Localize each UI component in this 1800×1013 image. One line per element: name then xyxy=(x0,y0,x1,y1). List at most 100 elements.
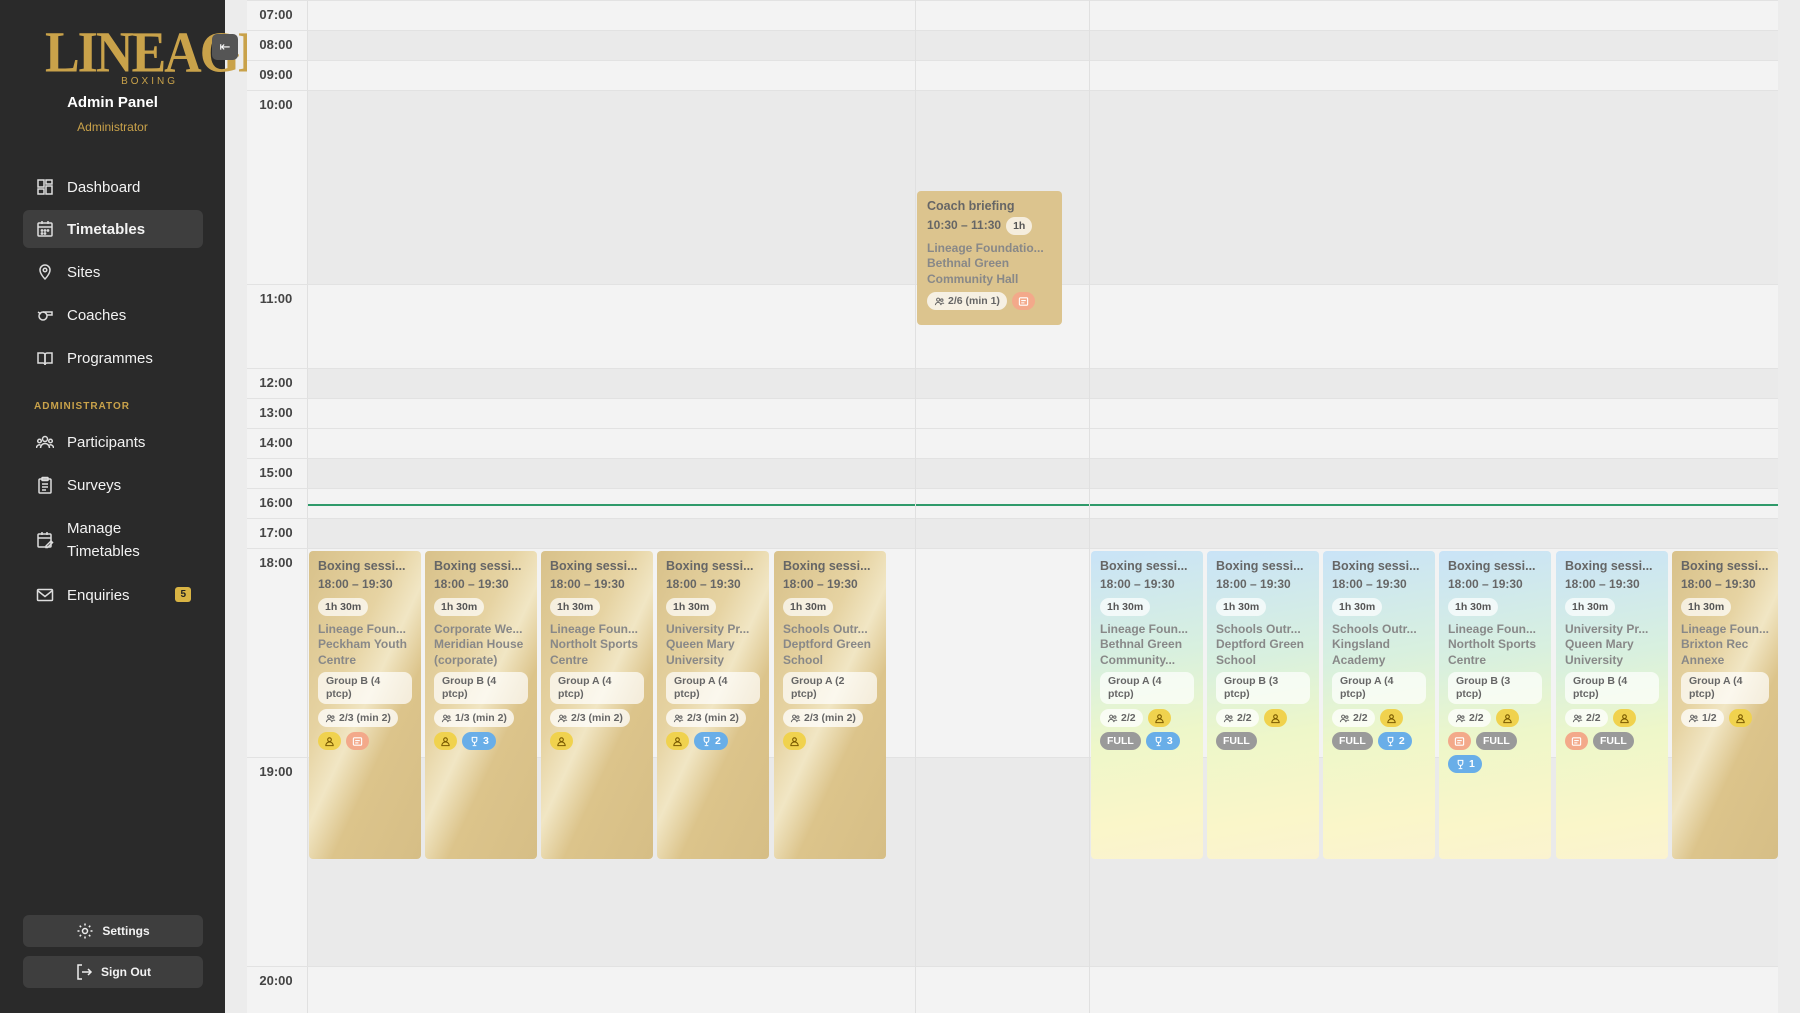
event-card-boxing-session[interactable]: Boxing sessi... 18:00 – 19:30 1h 30m Univer… xyxy=(657,551,769,859)
event-title: Boxing sessi... xyxy=(666,559,754,573)
survey-icon[interactable] xyxy=(1448,732,1471,750)
capacity-value: 2/2 xyxy=(1586,712,1601,724)
event-duration-pill: 1h 30m xyxy=(1216,598,1267,616)
survey-icon[interactable] xyxy=(1011,292,1035,310)
nav-dashboard[interactable]: Dashboard xyxy=(23,168,203,206)
sidebar: LINEAGE BOXING Admin Panel Administrator… xyxy=(0,0,273,1013)
nav-label: Sites xyxy=(67,263,101,281)
event-title: Coach briefing xyxy=(927,199,1015,213)
nav-label: Timetables xyxy=(67,220,146,238)
event-duration-wrap: 1h 30m xyxy=(1332,597,1426,616)
event-card-boxing-session[interactable]: Boxing sessi... 18:00 – 19:30 1h 30m School… xyxy=(1207,551,1319,859)
coach-icon[interactable] xyxy=(1263,709,1287,727)
event-programme: Corporate We... xyxy=(434,622,523,636)
event-card-boxing-session[interactable]: Boxing sessi... 18:00 – 19:30 1h 30m Univer… xyxy=(1556,551,1668,859)
timetable-calendar[interactable]: 07:00 08:00 09:00 10:00 11:00 12:00 13:00 14:00… xyxy=(247,0,1778,1013)
capacity-value: 2/3 (min 2) xyxy=(804,712,856,724)
event-programme: Lineage Foun... xyxy=(318,622,407,636)
capacity-value: 2/3 (min 2) xyxy=(687,712,739,724)
coach-icon[interactable] xyxy=(1495,709,1519,727)
time-label: 18:00 xyxy=(259,555,293,570)
survey-icon[interactable] xyxy=(1565,732,1588,750)
lineage-logo[interactable]: LINEAGE BOXING xyxy=(45,20,273,87)
event-card-boxing-session[interactable]: Boxing sessi... 18:00 – 19:30 1h 30m Lineag… xyxy=(1672,551,1778,859)
event-card-boxing-session[interactable]: Boxing sessi... 18:00 – 19:30 1h 30m Lineag… xyxy=(1091,551,1203,859)
nav-timetables[interactable]: Timetables xyxy=(23,210,203,248)
event-group: Group B (4 ptcp) xyxy=(434,672,528,704)
event-chip-row: 2/3 (min 2) xyxy=(550,709,644,727)
hour-gridline xyxy=(247,368,1778,369)
event-card-coach-briefing[interactable]: Coach briefing 10:30 – 11:30 1h Lineage Fou… xyxy=(917,191,1062,325)
event-title: Boxing sessi... xyxy=(550,559,638,573)
coach-icon[interactable] xyxy=(1612,709,1636,727)
event-card-boxing-session[interactable]: Boxing sessi... 18:00 – 19:30 1h 30m Lineag… xyxy=(309,551,421,859)
event-duration-pill: 1h 30m xyxy=(1332,598,1383,616)
event-duration-wrap: 1h 30m xyxy=(1565,597,1659,616)
event-card-boxing-session[interactable]: Boxing sessi... 18:00 – 19:30 1h 30m Lineag… xyxy=(1439,551,1551,859)
event-status-row xyxy=(550,732,644,750)
event-programme: Schools Outr... xyxy=(1332,622,1417,636)
time-axis: 07:00 08:00 09:00 10:00 11:00 12:00 13:00 14:00… xyxy=(247,0,308,1013)
trophy-count: 1 xyxy=(1469,758,1475,770)
event-duration-pill: 1h 30m xyxy=(434,598,485,616)
time-label: 20:00 xyxy=(259,973,293,988)
event-duration-pill: 1h 30m xyxy=(1681,598,1732,616)
nav-coaches[interactable]: Coaches xyxy=(23,296,203,334)
nav-surveys[interactable]: Surveys xyxy=(23,466,203,504)
current-time-indicator xyxy=(308,504,1778,506)
survey-icon[interactable] xyxy=(346,732,369,750)
trophy-chip[interactable]: 3 xyxy=(1145,732,1180,750)
coach-icon[interactable] xyxy=(1147,709,1171,727)
section-label-administrator: ADMINISTRATOR xyxy=(34,401,130,412)
event-status-row: FULL xyxy=(1448,732,1542,750)
trophy-count: 2 xyxy=(1398,735,1405,747)
hour-gridline xyxy=(247,488,1778,489)
event-duration-wrap: 1h 30m xyxy=(783,597,877,616)
event-programme: Lineage Foundatio... xyxy=(927,241,1044,255)
event-site: Bethnal Green Community Hall xyxy=(927,256,1019,286)
event-card-boxing-session[interactable]: Boxing sessi... 18:00 – 19:30 1h 30m Lineag… xyxy=(541,551,653,859)
nav-participants[interactable]: Participants xyxy=(23,423,203,461)
event-programme: Lineage Foun... xyxy=(1448,622,1537,636)
coach-icon[interactable] xyxy=(666,732,689,750)
trophy-chip[interactable]: 2 xyxy=(694,732,728,750)
nav-programmes[interactable]: Programmes xyxy=(23,339,203,377)
nav-label: Enquiries xyxy=(67,586,130,604)
settings-button[interactable]: Settings xyxy=(23,915,203,947)
trophy-chip[interactable]: 1 xyxy=(1448,755,1482,773)
capacity-chip: 1/3 (min 2) xyxy=(434,709,514,727)
sign-out-button[interactable]: Sign Out xyxy=(23,956,203,988)
nav-sites[interactable]: Sites xyxy=(23,253,203,291)
hour-band xyxy=(308,518,1778,548)
event-card-boxing-session[interactable]: Boxing sessi... 18:00 – 19:30 1h 30m Corpor… xyxy=(425,551,537,859)
sign-out-label: Sign Out xyxy=(101,965,151,979)
event-card-boxing-session[interactable]: Boxing sessi... 18:00 – 19:30 1h 30m School… xyxy=(774,551,886,859)
nav-enquiries[interactable]: Enquiries 5 xyxy=(23,576,203,614)
coach-icon[interactable] xyxy=(1379,709,1403,727)
coach-icon[interactable] xyxy=(434,732,457,750)
event-time: 18:00 – 19:30 xyxy=(1681,577,1756,591)
collapse-sidebar-button[interactable]: ⇤ xyxy=(212,34,238,60)
trophy-chip[interactable]: 3 xyxy=(462,732,496,750)
event-group: Group A (4 ptcp) xyxy=(1681,672,1769,704)
hour-gridline xyxy=(247,60,1778,61)
coach-icon[interactable] xyxy=(1728,709,1752,727)
full-badge: FULL xyxy=(1593,732,1634,750)
event-card-boxing-session[interactable]: Boxing sessi... 18:00 – 19:30 1h 30m School… xyxy=(1323,551,1435,859)
nav-manage-timetables[interactable]: Manage Timetables xyxy=(23,513,203,567)
coach-icon[interactable] xyxy=(550,732,573,750)
clipboard-icon xyxy=(35,475,55,495)
panel-title: Admin Panel xyxy=(67,94,158,111)
coach-icon[interactable] xyxy=(318,732,341,750)
event-time: 18:00 – 19:30 xyxy=(783,577,858,591)
capacity-chip: 2/3 (min 2) xyxy=(550,709,630,727)
trophy-chip[interactable]: 2 xyxy=(1377,732,1412,750)
event-chip-row: 1/3 (min 2) xyxy=(434,709,528,727)
trophy-count: 3 xyxy=(483,735,489,747)
capacity-value: 2/2 xyxy=(1121,712,1136,724)
trophy-count: 2 xyxy=(715,735,721,747)
event-group: Group B (4 ptcp) xyxy=(318,672,412,704)
event-duration-wrap: 1h 30m xyxy=(1216,597,1310,616)
enquiries-count-badge: 5 xyxy=(175,587,191,602)
coach-icon[interactable] xyxy=(783,732,806,750)
